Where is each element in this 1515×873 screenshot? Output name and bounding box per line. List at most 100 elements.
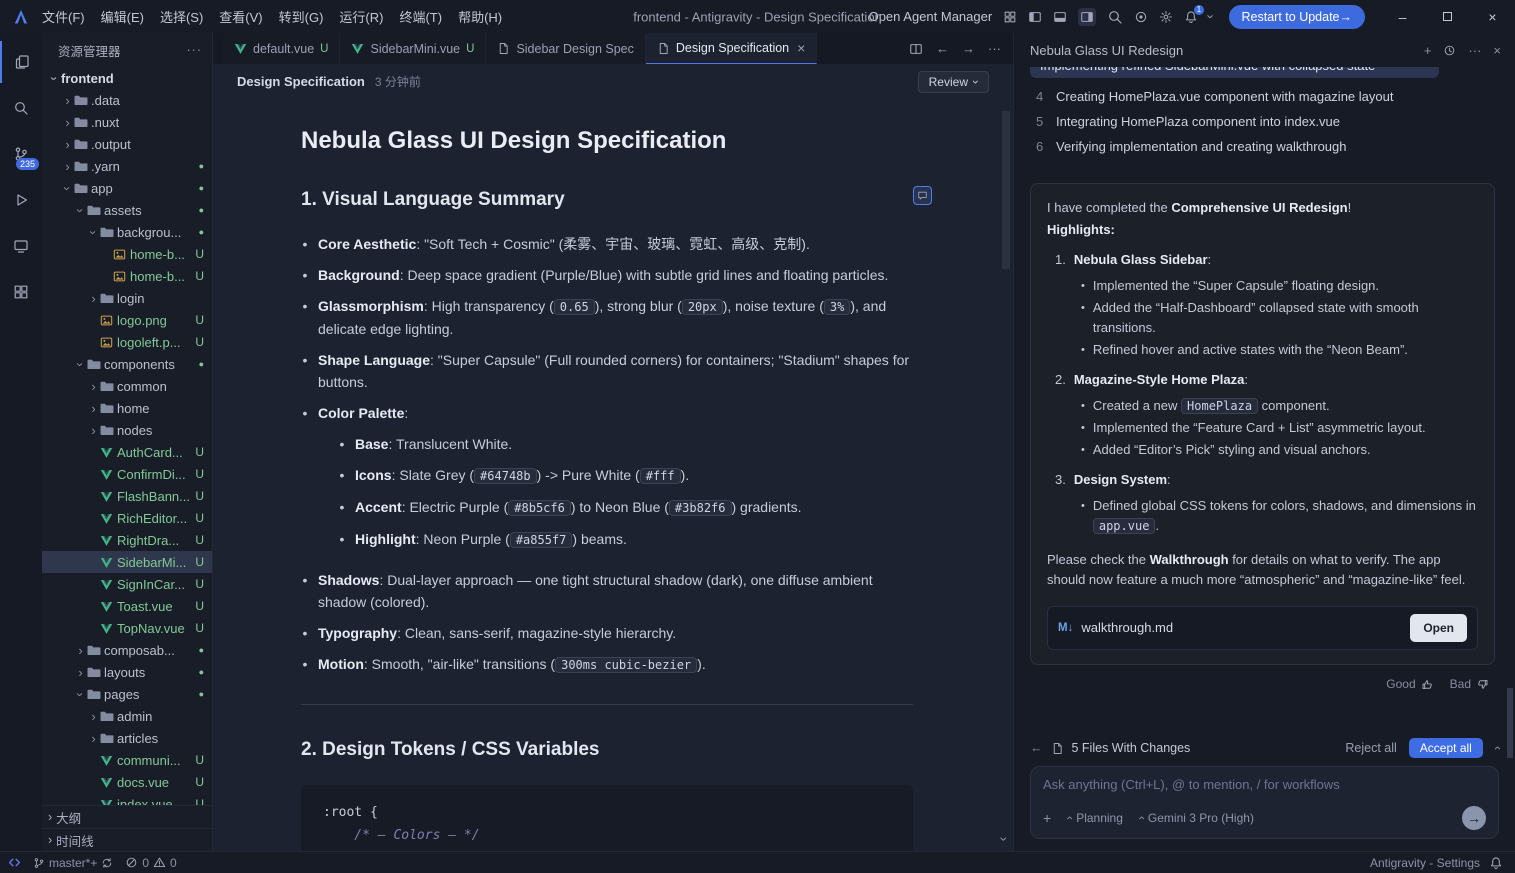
remote-explorer-activity-icon[interactable]	[0, 225, 42, 267]
tree-item-index.vue[interactable]: index.vueU	[42, 793, 212, 805]
tree-item-FlashBann...[interactable]: FlashBann...U	[42, 485, 212, 507]
tree-item-home[interactable]: ›home	[42, 397, 212, 419]
tree-item-ConfirmDi...[interactable]: ConfirmDi...U	[42, 463, 212, 485]
menu-S[interactable]: 选择(S)	[152, 4, 211, 29]
tree-item-SidebarMi...[interactable]: SidebarMi...U	[42, 551, 212, 573]
tree-item-communi...[interactable]: communi...U	[42, 749, 212, 771]
agent-scrollbar[interactable]	[1507, 688, 1513, 758]
accept-all-button[interactable]: Accept all	[1409, 738, 1483, 758]
restart-to-update-button[interactable]: Restart to Update→	[1229, 5, 1365, 29]
tree-item-homeb...[interactable]: home-b...U	[42, 265, 212, 287]
tree-item-logo.png[interactable]: logo.pngU	[42, 309, 212, 331]
attach-plus-icon[interactable]: +	[1043, 810, 1051, 826]
panel-bottom-icon[interactable]	[1053, 10, 1067, 24]
run-debug-activity-icon[interactable]	[0, 179, 42, 221]
scroll-down-icon[interactable]: ›	[997, 837, 1013, 842]
agent-step-active[interactable]: Implementing refined SidebarMini.vue wit…	[1030, 67, 1439, 78]
chevron-down-icon[interactable]: ›	[1204, 14, 1219, 18]
tree-item-Toast.vue[interactable]: Toast.vueU	[42, 595, 212, 617]
feedback-bad-button[interactable]: Bad	[1450, 677, 1489, 691]
tree-item-app[interactable]: ›app●	[42, 177, 212, 199]
tree-item-docs.vue[interactable]: docs.vueU	[42, 771, 212, 793]
explorer-activity-icon[interactable]	[0, 41, 42, 83]
planning-toggle[interactable]: ›Planning	[1067, 811, 1123, 825]
tree-item-articles[interactable]: ›articles	[42, 727, 212, 749]
agent-step-4[interactable]: 4Creating HomePlaza.vue component with m…	[1030, 84, 1495, 109]
source-control-activity-icon[interactable]: 235	[0, 133, 42, 175]
editor-more-icon[interactable]: ···	[988, 41, 1001, 56]
problems-indicator[interactable]: 0 0	[125, 856, 176, 870]
tree-item-assets[interactable]: ›assets●	[42, 199, 212, 221]
review-button[interactable]: Review ›	[918, 71, 989, 93]
send-button[interactable]: →	[1462, 806, 1486, 830]
tree-item-.nuxt[interactable]: ›.nuxt	[42, 111, 212, 133]
git-branch-indicator[interactable]: master*+	[33, 856, 113, 870]
open-walkthrough-button[interactable]: Open	[1410, 614, 1467, 642]
notifications-bell-icon[interactable]: 1	[1184, 10, 1198, 24]
tree-item-login[interactable]: ›login	[42, 287, 212, 309]
editor-tab-Design-Specification[interactable]: Design Specification×	[646, 33, 817, 64]
comment-button[interactable]	[913, 186, 932, 205]
editor-tab-Sidebar-Design-Spec[interactable]: Sidebar Design Spec	[486, 33, 645, 64]
tree-item-composab...[interactable]: ›composab...●	[42, 639, 212, 661]
split-editor-icon[interactable]	[909, 42, 923, 56]
tree-item-RichEditor...[interactable]: RichEditor...U	[42, 507, 212, 529]
remote-indicator-icon[interactable]	[8, 856, 21, 869]
tree-item-pages[interactable]: ›pages●	[42, 683, 212, 705]
menu-V[interactable]: 查看(V)	[211, 4, 270, 29]
feedback-good-button[interactable]: Good	[1386, 677, 1433, 691]
search-activity-icon[interactable]	[0, 87, 42, 129]
menu-G[interactable]: 转到(G)	[271, 4, 332, 29]
history-icon[interactable]	[1443, 44, 1456, 57]
agent-step-6[interactable]: 6Verifying implementation and creating w…	[1030, 134, 1495, 159]
agent-step-5[interactable]: 5Integrating HomePlaza component into in…	[1030, 109, 1495, 134]
menu-H[interactable]: 帮助(H)	[450, 4, 510, 29]
changes-back-icon[interactable]: ←	[1030, 741, 1043, 755]
maximize-button[interactable]	[1425, 0, 1470, 33]
nav-back-icon[interactable]: ←	[936, 41, 949, 56]
timeline-section[interactable]: › 时间线	[42, 828, 212, 851]
menu-F[interactable]: 文件(F)	[34, 4, 93, 29]
agent-more-icon[interactable]: ···	[1468, 43, 1481, 58]
extensions-activity-icon[interactable]	[0, 271, 42, 313]
editor-tab-default.vue[interactable]: default.vueU	[223, 33, 340, 64]
reject-all-button[interactable]: Reject all	[1345, 741, 1396, 755]
search-icon[interactable]	[1107, 9, 1123, 25]
new-conversation-icon[interactable]: +	[1424, 43, 1432, 58]
tree-item-logoleft.p...[interactable]: logoleft.p...U	[42, 331, 212, 353]
tree-item-.output[interactable]: ›.output	[42, 133, 212, 155]
settings-gear-icon[interactable]	[1159, 10, 1173, 24]
close-button[interactable]: ×	[1470, 0, 1515, 33]
tree-item-AuthCard...[interactable]: AuthCard...U	[42, 441, 212, 463]
tab-close-icon[interactable]: ×	[797, 40, 805, 56]
editor-tab-SidebarMini.vue[interactable]: SidebarMini.vueU	[340, 33, 486, 64]
menu-T[interactable]: 终端(T)	[391, 4, 450, 29]
tree-item-TopNav.vue[interactable]: TopNav.vueU	[42, 617, 212, 639]
tree-item-SignInCar...[interactable]: SignInCar...U	[42, 573, 212, 595]
panel-left-icon[interactable]	[1028, 10, 1042, 24]
nav-forward-icon[interactable]: →	[962, 41, 975, 56]
tree-item-.yarn[interactable]: ›.yarn●	[42, 155, 212, 177]
outline-section[interactable]: › 大纲	[42, 805, 212, 828]
panel-right-icon[interactable]	[1078, 8, 1096, 26]
editor-scrollbar[interactable]	[1002, 111, 1010, 269]
composer-input[interactable]: Ask anything (Ctrl+L), @ to mention, / f…	[1043, 777, 1486, 792]
settings-link[interactable]: Antigravity - Settings	[1370, 856, 1480, 870]
model-selector[interactable]: ›Gemini 3 Pro (High)	[1139, 811, 1254, 825]
agent-close-icon[interactable]: ×	[1493, 43, 1501, 58]
collapse-changes-icon[interactable]: ›	[1490, 746, 1504, 750]
explorer-more-icon[interactable]: ···	[187, 43, 203, 57]
tree-item-.data[interactable]: ›.data	[42, 89, 212, 111]
tree-item-common[interactable]: ›common	[42, 375, 212, 397]
tree-item-RightDra...[interactable]: RightDra...U	[42, 529, 212, 551]
tree-item-nodes[interactable]: ›nodes	[42, 419, 212, 441]
open-agent-manager-button[interactable]: Open Agent Manager	[869, 9, 993, 24]
tree-item-layouts[interactable]: ›layouts●	[42, 661, 212, 683]
statusbar-bell-icon[interactable]	[1489, 856, 1503, 870]
tree-item-backgrou...[interactable]: ›backgrou...●	[42, 221, 212, 243]
minimize-button[interactable]: –	[1380, 0, 1425, 33]
composer[interactable]: Ask anything (Ctrl+L), @ to mention, / f…	[1030, 766, 1499, 839]
grid-icon[interactable]	[1003, 10, 1017, 24]
tree-item-frontend[interactable]: ›frontend	[42, 67, 212, 89]
tree-item-homeb...[interactable]: home-b...U	[42, 243, 212, 265]
